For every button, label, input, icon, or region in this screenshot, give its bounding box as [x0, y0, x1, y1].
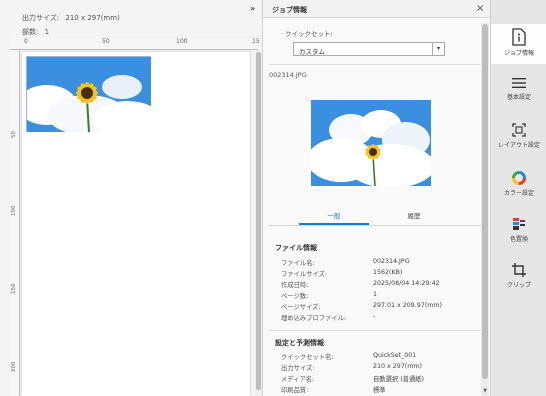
tool-label: レイアウト設定: [497, 142, 540, 149]
quickset-select[interactable]: カスタム ▾: [293, 42, 445, 56]
tool-color[interactable]: カラー設定: [491, 166, 546, 206]
info-row: ファイルサイズ: 1562(KB): [281, 269, 486, 279]
info-value: 210 x 297(mm): [373, 363, 422, 370]
preview-scrollbar[interactable]: [255, 50, 262, 396]
info-value: 002314.JPG: [373, 258, 410, 265]
ruler-h-label: 0: [24, 38, 28, 45]
job-info-panel: ジョブ情報 × クイックセット: カスタム ▾ 002314.JPG 一般 履歴…: [262, 0, 491, 396]
ruler-v-label: 100: [11, 205, 17, 217]
horizontal-ruler: 0 50 100 15: [10, 38, 260, 50]
layout-icon: [512, 123, 526, 137]
sunflower-thumbnail-image: [307, 100, 435, 188]
ruler-h-label: 50: [102, 38, 110, 45]
print-preview-pane: 出力サイズ: 210 x 297(mm) 部数: 1 » 0 50 100 15…: [0, 0, 262, 396]
info-value: QuickSet_001: [373, 352, 417, 359]
file-info-heading: ファイル情報: [275, 244, 317, 252]
active-tab-indicator: [299, 223, 369, 225]
info-key: 印刷品質:: [281, 387, 309, 394]
info-row: 作成日時: 2025/08/04 14:29:42: [281, 280, 486, 290]
divider: [269, 64, 483, 65]
color-icon: [512, 171, 526, 185]
settings-info-heading: 設定と予測情報: [275, 339, 324, 347]
job-info-icon: [512, 28, 526, 46]
info-row: ファイル名: 002314.JPG: [281, 258, 486, 268]
info-row: 印刷品質: 標準: [281, 385, 486, 395]
info-value: 1562(KB): [373, 269, 403, 276]
ruler-v-label: 150: [11, 283, 17, 295]
tab-history[interactable]: 履歴: [379, 210, 449, 220]
tool-label: ジョブ情報: [503, 50, 534, 57]
ruler-v-label: 200: [11, 361, 17, 373]
tool-basic-settings[interactable]: 基本設定: [491, 72, 546, 112]
tool-label: 色置換: [509, 236, 528, 243]
info-value: 2025/08/04 14:29:42: [373, 280, 440, 287]
panel-scrollbar-thumb[interactable]: [482, 24, 488, 379]
info-row: ページ数: 1: [281, 291, 486, 301]
panel-title: ジョブ情報: [272, 6, 307, 14]
close-icon[interactable]: ×: [476, 3, 484, 14]
preview-filename: 002314.JPG: [269, 71, 307, 79]
tool-strip: ジョブ情報 基本設定 レイアウト設定 カラー設定 色置換 クリップ: [490, 0, 546, 396]
scroll-down-icon[interactable]: ▼: [481, 388, 489, 394]
info-key: ファイルサイズ:: [281, 271, 328, 278]
sunflower-photo-image: [17, 57, 161, 137]
info-key: ファイル名:: [281, 260, 315, 267]
copies-info: 部数: 1: [22, 27, 49, 37]
photo-on-page[interactable]: [17, 56, 161, 137]
info-key: メディア名:: [281, 376, 315, 383]
info-row: メディア名: 自動選択 (普通紙): [281, 374, 486, 384]
tool-label: 基本設定: [506, 94, 531, 101]
app-window: 出力サイズ: 210 x 297(mm) 部数: 1 » 0 50 100 15…: [0, 0, 546, 396]
info-value: 標準: [373, 387, 386, 394]
tool-label: カラー設定: [503, 190, 534, 197]
ruler-h-label: 15: [252, 38, 260, 45]
info-value: 1: [373, 291, 378, 298]
output-size-value: 210 x 297(mm): [65, 14, 120, 22]
copies-value: 1: [44, 28, 50, 36]
vertical-ruler: 50 100 150 200: [10, 50, 20, 396]
info-row: ページサイズ: 297.01 x 209.97(mm): [281, 302, 486, 312]
info-key: ページ数:: [281, 293, 309, 300]
panel-scrollbar[interactable]: ▼: [481, 22, 489, 396]
tool-layout[interactable]: レイアウト設定: [491, 118, 546, 158]
copies-label: 部数:: [22, 28, 39, 36]
tool-job-info[interactable]: ジョブ情報: [491, 24, 546, 64]
output-size-info: 出力サイズ: 210 x 297(mm): [22, 13, 120, 23]
chevron-down-icon[interactable]: ▾: [432, 43, 444, 55]
job-thumbnail: [307, 100, 435, 188]
info-row: 出力サイズ: 210 x 297(mm): [281, 363, 486, 373]
quickset-label: クイックセット:: [285, 30, 333, 38]
info-value: -: [373, 313, 376, 320]
output-size-label: 出力サイズ:: [22, 14, 60, 22]
ruler-v-label: 50: [11, 131, 17, 138]
ruler-h-label: 100: [176, 38, 188, 45]
basic-settings-icon: [512, 78, 526, 88]
info-key: ページサイズ:: [281, 304, 321, 311]
tool-color-replace[interactable]: 色置換: [491, 212, 546, 252]
tool-crop[interactable]: クリップ: [491, 258, 546, 298]
quickset-value: カスタム: [299, 48, 325, 56]
panel-header: ジョブ情報 ×: [263, 0, 491, 18]
tool-label: クリップ: [506, 282, 531, 289]
info-key: 作成日時:: [281, 282, 309, 289]
collapse-panel-icon[interactable]: »: [250, 4, 255, 13]
info-row: クイックセット名: QuickSet_001: [281, 352, 486, 362]
info-value: 297.01 x 209.97(mm): [373, 302, 442, 309]
crop-icon: [512, 263, 526, 277]
info-key: 埋め込みプロファイル:: [281, 315, 347, 322]
divider: [269, 330, 483, 331]
color-replace-icon: [513, 218, 525, 230]
info-key: クイックセット名:: [281, 354, 334, 361]
info-row: 埋め込みプロファイル: -: [281, 313, 486, 323]
preview-scrollbar-thumb[interactable]: [256, 52, 261, 390]
tab-general[interactable]: 一般: [299, 210, 369, 220]
info-tabs: 一般 履歴: [299, 210, 449, 224]
tab-divider: [269, 225, 483, 226]
info-value: 自動選択 (普通紙): [373, 376, 424, 383]
info-key: 出力サイズ:: [281, 365, 315, 372]
